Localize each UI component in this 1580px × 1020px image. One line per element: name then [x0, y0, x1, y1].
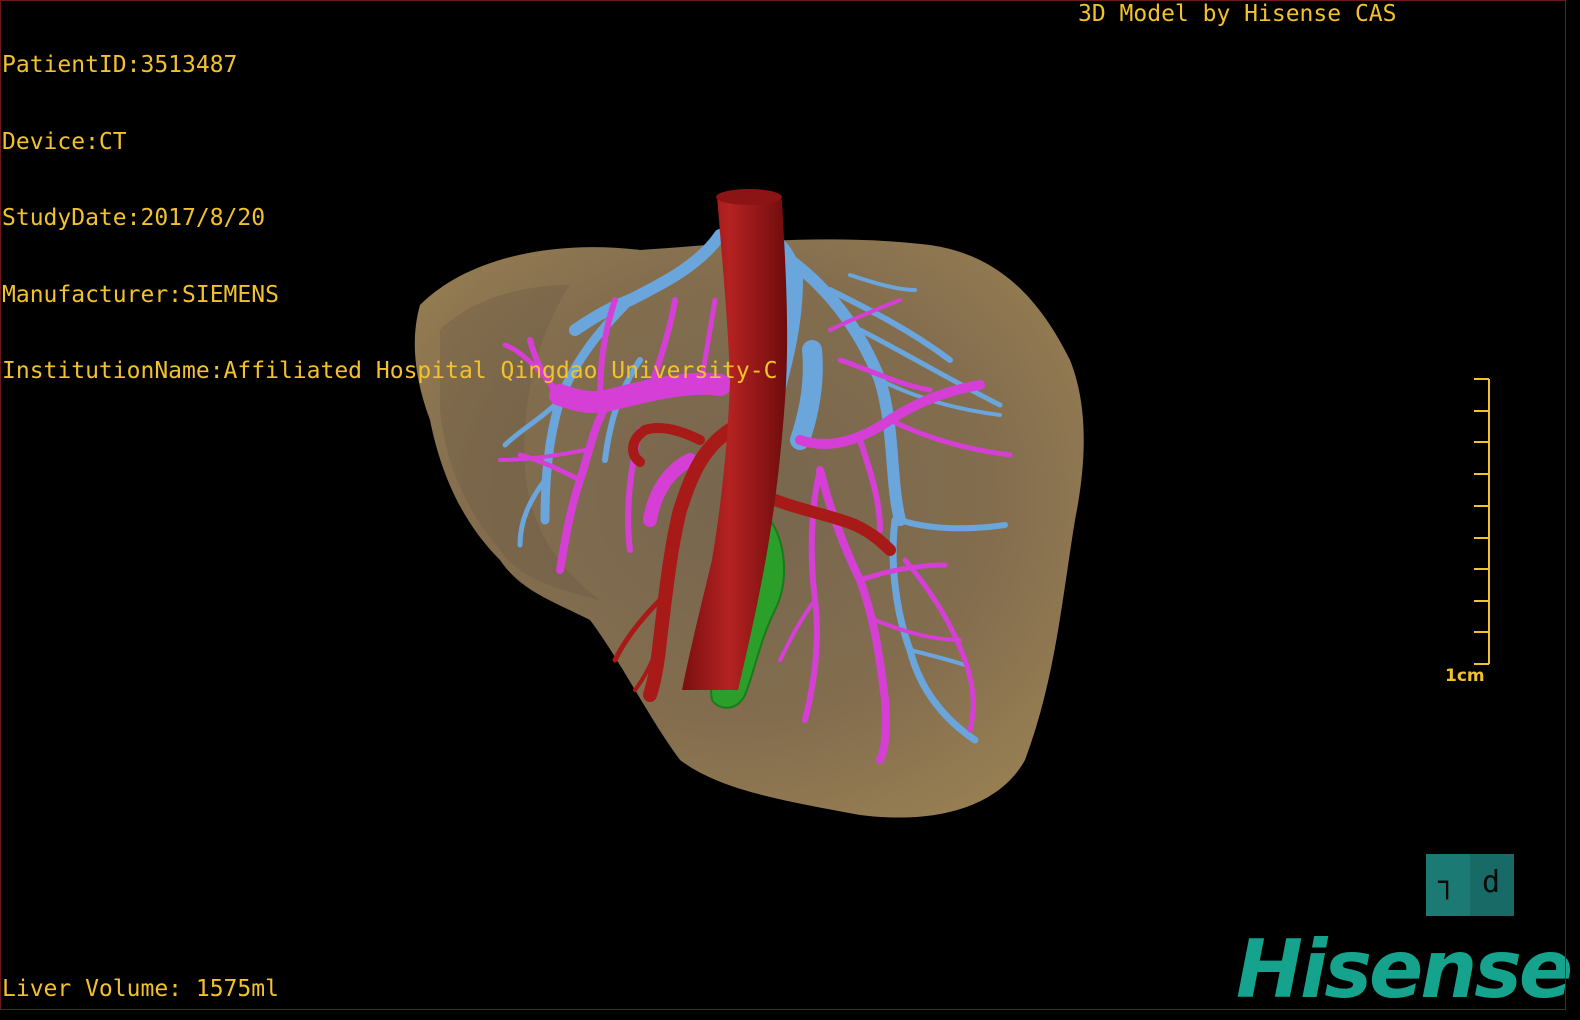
orientation-cube[interactable]: ┐ d: [1426, 854, 1514, 916]
orientation-face-right[interactable]: d: [1470, 854, 1514, 916]
hisense-logo: Hisense: [1236, 923, 1573, 1016]
device: Device:CT: [2, 128, 127, 155]
dicom-info-overlay: PatientID:3513487 Device:CT StudyDate:20…: [2, 2, 777, 410]
model-credit: 3D Model by Hisense CAS: [1078, 1, 1397, 27]
institution-name: InstitutionName:Affiliated Hospital Qing…: [2, 358, 778, 384]
manufacturer: Manufacturer:SIEMENS: [2, 281, 279, 308]
scale-bar: [1474, 378, 1490, 665]
scale-bar-label: 1cm: [1445, 666, 1485, 686]
orientation-right-glyph: d: [1482, 865, 1501, 900]
orientation-face-left[interactable]: ┐: [1426, 854, 1470, 916]
liver-volume: Liver Volume: 1575ml: [2, 976, 279, 1002]
patient-id: PatientID:3513487: [2, 52, 238, 78]
study-date: StudyDate:2017/8/20: [2, 205, 266, 231]
orientation-left-glyph: ┐: [1438, 865, 1457, 900]
